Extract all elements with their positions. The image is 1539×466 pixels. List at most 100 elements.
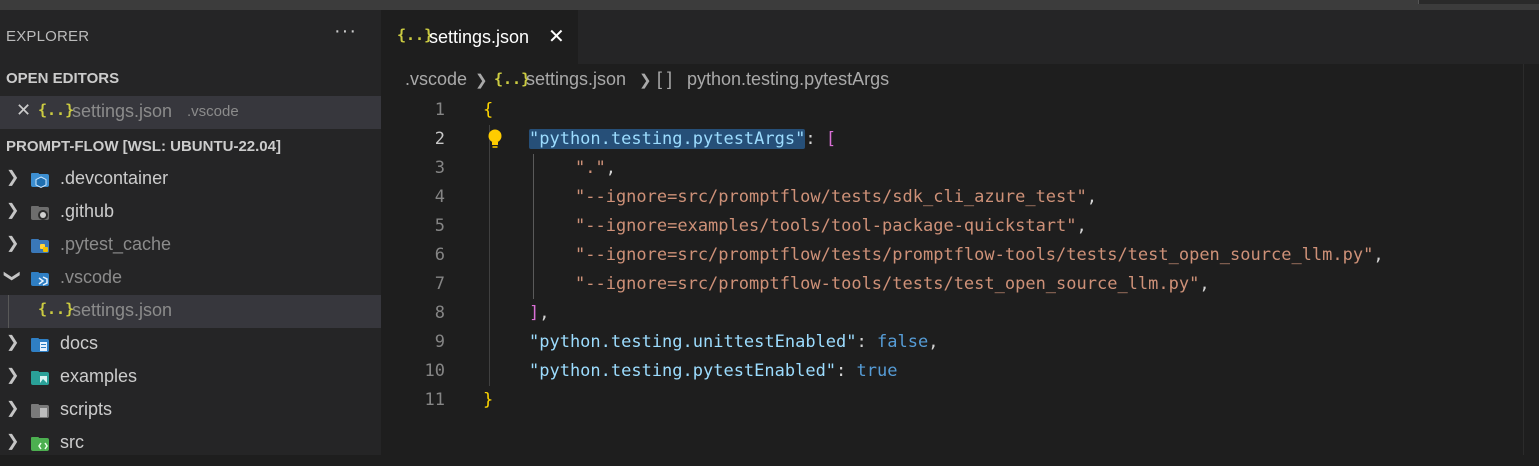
devcontainer-folder-icon [31,173,49,189]
code-line: 9 "python.testing.unittestEnabled": fals… [381,328,1521,357]
explorer-title: EXPLORER [6,28,90,45]
json-string: "." [575,158,606,178]
tree-item-label: examples [60,366,138,386]
more-actions-icon[interactable]: ··· [334,20,357,43]
json-file-icon: {..} [38,300,75,318]
array-symbol-icon: [ ] [657,69,673,89]
tree-item-label: src [60,432,84,452]
line-number: 5 [434,216,445,236]
tree-indent-guide [8,295,9,328]
breadcrumb: .vscode ❯ {..} settings.json ❯ [ ] pytho… [381,64,1539,96]
json-file-icon: {..} [494,70,531,88]
python-folder-icon [31,239,49,253]
line-number: 11 [424,390,445,410]
code-line: 7 "--ignore=src/promptflow-tools/tests/t… [381,270,1521,299]
comma: , [928,332,939,352]
brace: { [483,100,494,120]
chevron-right-icon: ❯ [6,400,20,417]
code-line: 10 "python.testing.pytestEnabled": true [381,357,1521,386]
code-line: 3 ".", [381,154,1521,183]
vscode-folder-icon [31,272,49,286]
line-content: } [483,390,493,410]
chevron-right-icon: ❯ [6,334,20,351]
code-line: 11 } [381,386,1521,415]
examples-folder-icon [31,371,49,385]
title-bar-control[interactable] [1418,0,1539,4]
line-content: ], [529,303,550,323]
line-number: 9 [434,332,445,352]
code-line: 8 ], [381,299,1521,328]
json-string: "--ignore=examples/tools/tool-package-qu… [575,216,1077,236]
chevron-down-icon: ❯ [3,269,21,283]
brace: } [483,390,494,410]
open-editor-name: settings.json [72,101,173,121]
chevron-right-icon: ❯ [6,169,20,186]
line-number: 4 [434,187,445,207]
code-line: 1 { [381,96,1521,125]
json-file-icon: {..} [38,101,75,119]
line-content: "--ignore=src/promptflow/tests/promptflo… [575,245,1384,265]
json-key: "python.testing.pytestEnabled" [529,361,837,381]
workspace-header[interactable]: PROMPT-FLOW [WSL: UBUNTU-22.04] [6,138,281,155]
json-key: "python.testing.unittestEnabled" [529,332,857,352]
tree-item-vscode[interactable]: ❯ .vscode [0,262,381,295]
line-number: 3 [434,158,445,178]
tree-item-pytest-cache[interactable]: ❯ .pytest_cache [0,229,381,262]
comma: , [1086,187,1097,207]
colon: : [805,129,826,149]
close-icon[interactable]: ✕ [548,24,565,49]
bracket: ] [529,303,540,323]
line-number: 6 [434,245,445,265]
open-editor-desc: .vscode [187,103,239,120]
lightbulb-icon[interactable] [484,127,506,151]
open-editor-item[interactable]: ✕ {..} settings.json .vscode [0,96,381,129]
title-bar [0,0,1539,10]
tree-item-settings-json[interactable]: {..} settings.json [0,295,381,328]
tree-item-label: scripts [60,399,113,419]
breadcrumb-folder[interactable]: .vscode [405,69,467,90]
code-line: 5 "--ignore=examples/tools/tool-package-… [381,212,1521,241]
tree-item-github[interactable]: ❯ .github [0,196,381,229]
scripts-folder-icon [31,404,49,418]
src-folder-icon [31,437,49,451]
line-number: 8 [434,303,445,323]
chevron-right-icon: ❯ [475,72,488,89]
line-number: 7 [434,274,445,294]
tab-settings-json[interactable]: {..} settings.json ✕ [381,10,578,64]
line-content: ".", [575,158,616,178]
vertical-scrollbar[interactable] [1523,64,1539,455]
tree-item-label: settings.json [72,300,173,320]
explorer-sidebar: EXPLORER ··· OPEN EDITORS ✕ {..} setting… [0,10,381,455]
tree-item-label: .vscode [60,267,123,287]
tree-item-docs[interactable]: ❯ docs [0,328,381,361]
open-editors-header[interactable]: OPEN EDITORS [6,70,119,87]
tree-item-label: .devcontainer [60,168,169,188]
line-content: "python.testing.pytestEnabled": true [529,361,897,381]
comma: , [605,158,616,178]
colon: : [836,361,857,381]
line-content: "python.testing.pytestArgs": [ [529,129,836,149]
line-number: 10 [424,361,445,381]
tree-item-src[interactable]: ❯ src [0,427,381,455]
chevron-right-icon: ❯ [6,367,20,384]
tree-item-label: .pytest_cache [60,234,172,254]
tree-item-label: docs [60,333,99,353]
json-key: "python.testing.pytestArgs" [529,129,806,149]
line-content: { [483,100,493,120]
tab-bar: {..} settings.json ✕ [381,10,1539,64]
tree-item-devcontainer[interactable]: ❯ .devcontainer [0,163,381,196]
breadcrumb-file[interactable]: settings.json [526,69,626,90]
colon: : [856,332,877,352]
json-boolean: false [877,332,929,352]
tree-item-label: .github [60,201,115,221]
tree-item-examples[interactable]: ❯ examples [0,361,381,394]
line-content: "--ignore=examples/tools/tool-package-qu… [575,216,1087,236]
breadcrumb-symbol[interactable]: python.testing.pytestArgs [687,69,889,90]
tab-label: settings.json [429,27,530,47]
chevron-right-icon: ❯ [639,72,652,89]
close-icon[interactable]: ✕ [16,100,31,121]
tree-item-scripts[interactable]: ❯ scripts [0,394,381,427]
editor-area: {..} settings.json ✕ .vscode ❯ {..} sett… [381,10,1539,455]
line-content: "--ignore=src/promptflow-tools/tests/tes… [575,274,1210,294]
line-number: 1 [434,100,445,120]
